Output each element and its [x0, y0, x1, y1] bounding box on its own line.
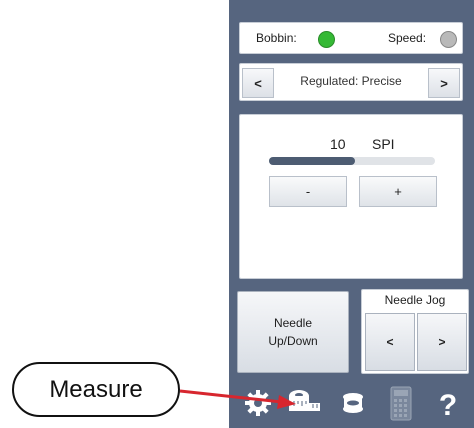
measure-callout: Measure — [12, 362, 180, 417]
